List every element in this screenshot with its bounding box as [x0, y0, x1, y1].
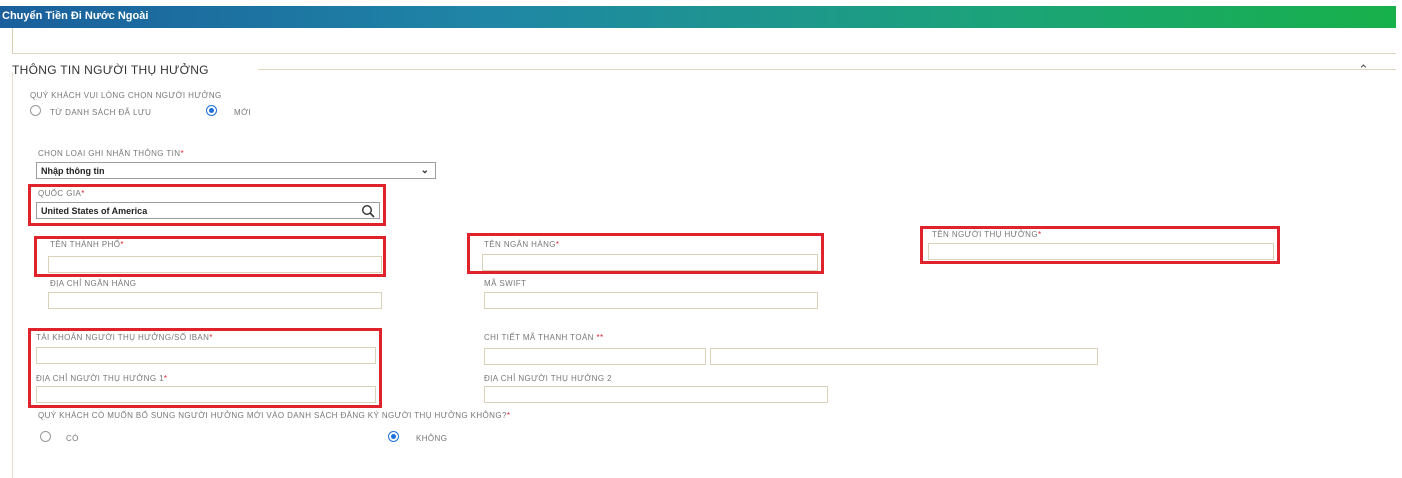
- info-type-label: CHỌN LOẠI GHI NHẬN THÔNG TIN*: [38, 149, 184, 158]
- divider: [258, 69, 1396, 70]
- page-title: Chuyển Tiền Đi Nước Ngoài: [2, 10, 149, 22]
- section-title: THÔNG TIN NGƯỜI THỤ HƯỞNG: [12, 63, 209, 77]
- payment-detail-input-2[interactable]: [710, 348, 1098, 365]
- swift-code-label: MÃ SWIFT: [484, 279, 527, 288]
- transfer-page: Chuyển Tiền Đi Nước Ngoài THÔNG TIN NGƯỜ…: [0, 0, 1402, 478]
- address-2-label: ĐỊA CHỈ NGƯỜI THỤ HƯỞNG 2: [484, 374, 612, 383]
- top-panel: [12, 28, 1396, 54]
- divider: [12, 72, 13, 478]
- highlight-box: [28, 184, 386, 226]
- highlight-box: [467, 233, 824, 274]
- radio-new-label: MỚI: [234, 108, 251, 117]
- chevron-up-icon[interactable]: ⌃: [1358, 62, 1369, 78]
- save-beneficiary-label: QUÝ KHÁCH CÓ MUỐN BỔ SUNG NGƯỜI HƯỞNG MỚ…: [38, 411, 511, 420]
- radio-no[interactable]: [388, 431, 399, 442]
- bank-address-label: ĐỊA CHỈ NGÂN HÀNG: [50, 279, 137, 288]
- radio-saved-list-label: TỪ DANH SÁCH ĐÃ LƯU: [50, 108, 152, 117]
- radio-saved-list[interactable]: [30, 105, 41, 116]
- highlight-box: [28, 328, 382, 408]
- highlight-box: [920, 226, 1280, 264]
- highlight-box: [34, 236, 386, 277]
- radio-yes[interactable]: [40, 431, 51, 442]
- radio-new[interactable]: [206, 105, 217, 116]
- payment-detail-label: CHI TIẾT MÃ THANH TOÁN **: [484, 333, 604, 342]
- bank-address-input[interactable]: [48, 292, 382, 309]
- header-bar: Chuyển Tiền Đi Nước Ngoài: [0, 6, 1396, 28]
- info-type-select[interactable]: Nhập thông tin ⌄: [36, 162, 436, 179]
- chevron-down-icon: ⌄: [420, 165, 429, 176]
- recipient-choice-label: QUÝ KHÁCH VUI LÒNG CHỌN NGƯỜI HƯỞNG: [30, 91, 222, 100]
- payment-detail-input-1[interactable]: [484, 348, 706, 365]
- address-2-input[interactable]: [484, 386, 828, 403]
- swift-code-input[interactable]: [484, 292, 818, 309]
- radio-no-label: KHÔNG: [416, 434, 448, 443]
- radio-yes-label: CÓ: [66, 434, 79, 443]
- info-type-value: Nhập thông tin: [41, 166, 105, 176]
